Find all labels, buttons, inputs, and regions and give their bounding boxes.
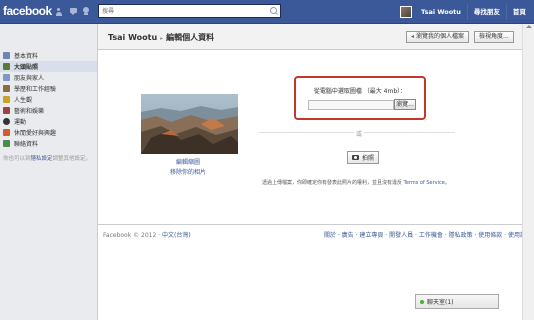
- edit-profile-sidebar: 基本資料 大頭貼照 朋友與家人 學歷和工作經驗 人生觀 藝術和娛樂 運動 休閒愛…: [0, 50, 97, 169]
- friends-icon: [3, 74, 10, 81]
- sidebar-item-philosophy[interactable]: 人生觀: [0, 94, 97, 105]
- search-icon[interactable]: [267, 5, 280, 17]
- sidebar-item-label: 聯絡資料: [14, 141, 39, 148]
- view-as-label: 檢視角度...: [479, 33, 509, 40]
- copyright-text: Facebook © 2012 ·: [103, 232, 161, 239]
- sidebar-item-sports[interactable]: 運動: [0, 116, 97, 127]
- privacy-note-prefix: 你也可以到: [3, 156, 31, 162]
- facebook-logo[interactable]: facebook: [3, 4, 52, 18]
- view-as-button[interactable]: 檢視角度...: [474, 31, 514, 43]
- camera-icon: [352, 155, 359, 160]
- notification-jewels: [56, 7, 91, 16]
- breadcrumb-separator: ▸: [160, 35, 164, 42]
- legal-end: 。: [444, 180, 450, 186]
- file-path-field[interactable]: [308, 100, 394, 110]
- search-box: [98, 4, 281, 18]
- canyon-photo-image: [141, 94, 238, 154]
- profile-icon: [3, 52, 10, 59]
- legal-text: 透過上傳檔案，你即確定你有發表此照片的權利，並且沒有違反: [262, 180, 403, 186]
- footer-copyright: Facebook © 2012 · 中文(台灣): [103, 230, 191, 239]
- sidebar-item-label: 基本資料: [14, 53, 39, 60]
- chat-label: 聊天室(1): [427, 299, 454, 306]
- section-title: 編輯個人資料: [166, 33, 215, 42]
- photo-icon: [3, 63, 10, 70]
- page-header: Tsai Wootu ▸ 編輯個人資料 ◂ 瀏覽我的個人檔案 檢視角度...: [98, 24, 534, 50]
- friend-requests-icon[interactable]: [56, 7, 65, 16]
- terms-of-service-link[interactable]: Terms of Service: [404, 180, 445, 186]
- sidebar-item-education-work[interactable]: 學歷和工作經驗: [0, 83, 97, 94]
- sidebar-item-label: 大頭貼照: [14, 64, 39, 71]
- privacy-settings-link[interactable]: 隱私設定: [31, 156, 53, 162]
- sidebar-item-basic-info[interactable]: 基本資料: [0, 50, 97, 61]
- sports-icon: [3, 118, 10, 125]
- chat-bar[interactable]: 聊天室(1): [415, 294, 499, 309]
- sidebar-item-arts[interactable]: 藝術和娛樂: [0, 105, 97, 116]
- edit-thumbnail-link[interactable]: 編輯縮圖: [176, 157, 200, 166]
- language-link[interactable]: 中文(台灣): [162, 232, 191, 239]
- main-content: Tsai Wootu ▸ 編輯個人資料 ◂ 瀏覽我的個人檔案 檢視角度... 編…: [97, 24, 534, 320]
- sidebar-item-label: 運動: [14, 119, 27, 126]
- profile-link[interactable]: Tsai Wootu: [415, 4, 468, 20]
- top-nav-links: Tsai Wootu 尋找朋友 首頁: [400, 4, 532, 20]
- arrow-left-icon: ◂: [411, 33, 415, 40]
- page-scrollbar[interactable]: [522, 24, 534, 320]
- footer: Facebook © 2012 · 中文(台灣) 關於 · 廣告 · 建立專頁 …: [98, 224, 534, 242]
- interests-icon: [3, 129, 10, 136]
- avatar[interactable]: [400, 6, 412, 18]
- sidebar-item-label: 藝術和娛樂: [14, 108, 45, 115]
- upload-legal-notice: 透過上傳檔案，你即確定你有發表此照片的權利，並且沒有違反 Terms of Se…: [262, 179, 450, 186]
- home-link[interactable]: 首頁: [507, 4, 532, 20]
- sidebar-item-label: 休閒愛好與興趣: [14, 130, 57, 137]
- privacy-note-suffix: 調整其他設定。: [52, 156, 92, 162]
- sidebar-item-label: 人生觀: [14, 97, 33, 104]
- sidebar-item-contact[interactable]: 聯絡資料: [0, 138, 97, 149]
- sidebar-item-friends-family[interactable]: 朋友與家人: [0, 72, 97, 83]
- search-input[interactable]: [99, 5, 264, 17]
- sidebar-item-profile-picture[interactable]: 大頭貼照: [0, 61, 97, 72]
- or-separator: 或: [354, 129, 364, 138]
- upload-file-section: 從電腦中選取圖檔 （最大 4mb）： 瀏覽...: [294, 76, 426, 120]
- sidebar-item-interests[interactable]: 休閒愛好與興趣: [0, 127, 97, 138]
- take-photo-button[interactable]: 拍照: [347, 151, 380, 164]
- philosophy-icon: [3, 96, 10, 103]
- online-status-icon: [420, 299, 424, 304]
- page-title: Tsai Wootu ▸ 編輯個人資料: [108, 32, 214, 43]
- profile-photo: [141, 94, 238, 154]
- sidebar-item-label: 朋友與家人: [14, 75, 45, 82]
- browse-button[interactable]: 瀏覽...: [394, 99, 416, 110]
- sidebar-item-label: 學歷和工作經驗: [14, 86, 57, 93]
- find-friends-link[interactable]: 尋找朋友: [468, 4, 507, 20]
- profile-name[interactable]: Tsai Wootu: [108, 33, 157, 42]
- arts-icon: [3, 107, 10, 114]
- scroll-up-icon[interactable]: [526, 25, 532, 28]
- take-photo-label: 拍照: [362, 155, 375, 162]
- upload-label: 從電腦中選取圖檔 （最大 4mb）：: [313, 88, 407, 95]
- contact-icon: [3, 140, 10, 147]
- view-profile-button[interactable]: ◂ 瀏覽我的個人檔案: [406, 31, 470, 43]
- messages-icon[interactable]: [69, 7, 78, 16]
- remove-photo-link[interactable]: 移除你的相片: [170, 167, 206, 176]
- privacy-note: 你也可以到隱私設定調整其他設定。: [0, 149, 97, 169]
- footer-links[interactable]: 關於 · 廣告 · 建立專頁 · 開發人員 · 工作機會 · 隱私政策 · 使用…: [324, 230, 532, 239]
- notifications-icon[interactable]: [82, 7, 91, 16]
- top-navigation-bar: facebook Tsai Wootu 尋找朋友 首頁: [0, 0, 534, 24]
- view-profile-label: 瀏覽我的個人檔案: [416, 33, 465, 40]
- briefcase-icon: [3, 85, 10, 92]
